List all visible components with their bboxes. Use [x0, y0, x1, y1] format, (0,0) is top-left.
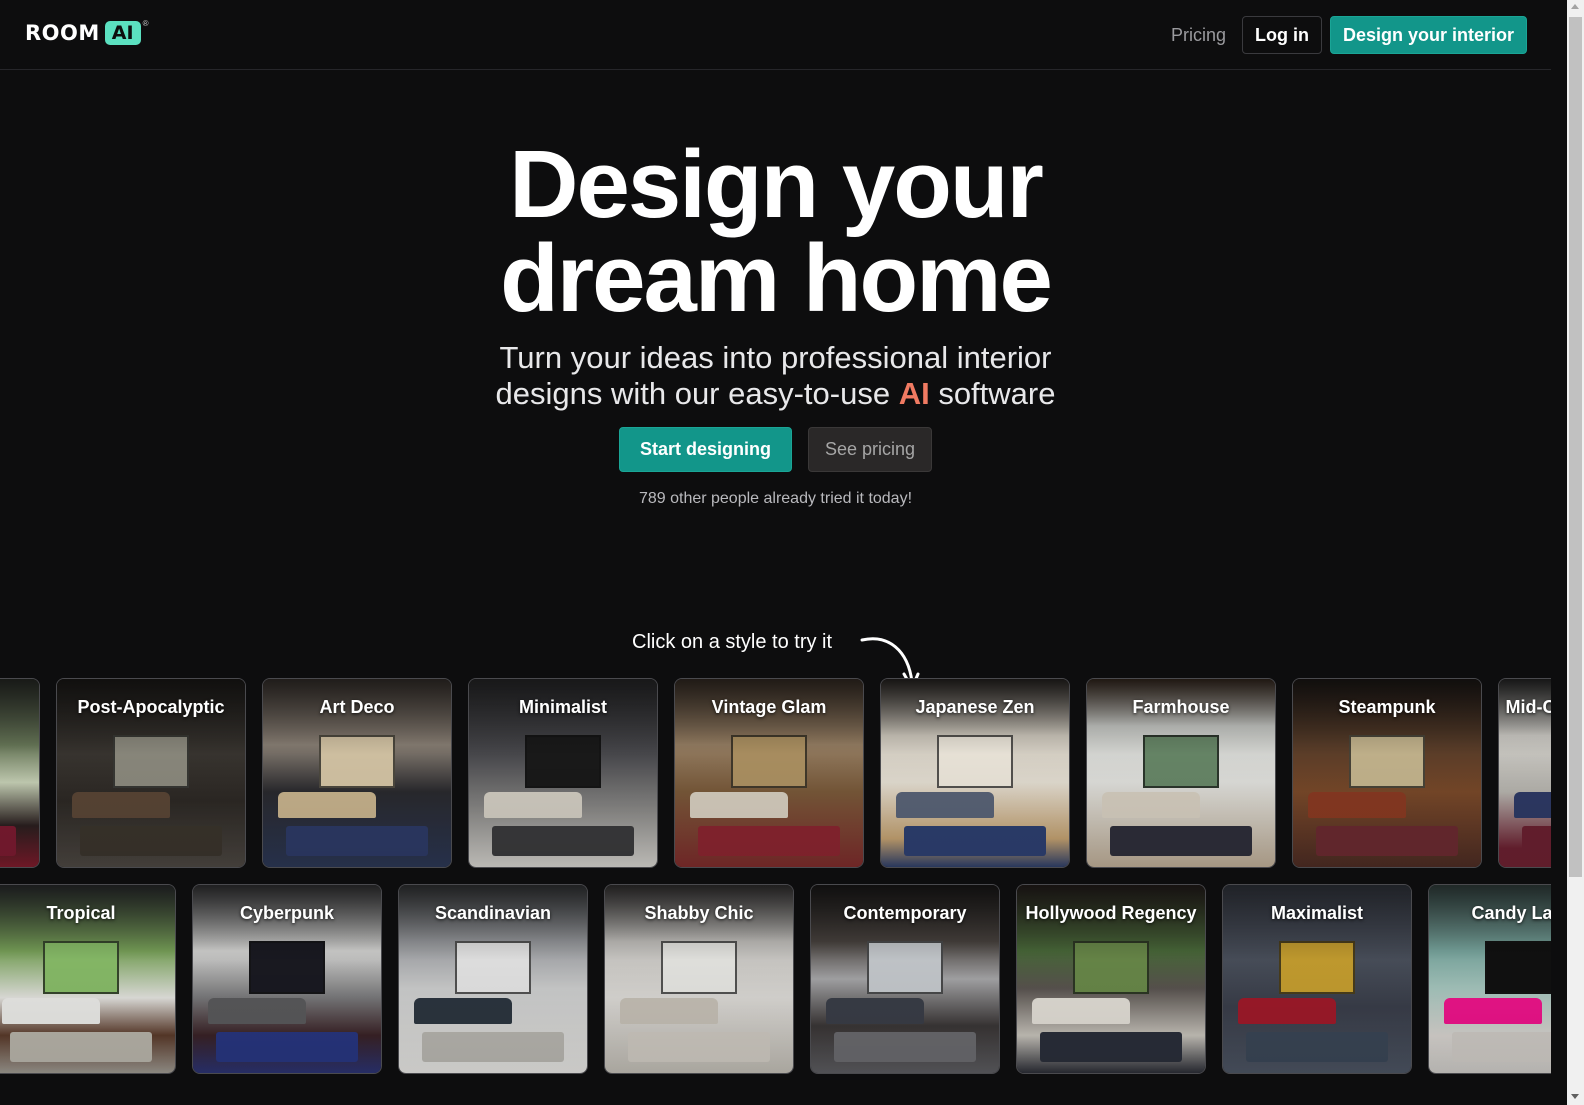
style-card-scandi[interactable]: Scandinavian	[398, 884, 588, 1074]
scrollbar-thumb[interactable]	[1569, 17, 1582, 877]
style-card-steam[interactable]: Steampunk	[1292, 678, 1482, 868]
style-card-label: Candy Land	[1471, 903, 1551, 923]
nav-links: Pricing Log in Design your interior	[1171, 16, 1527, 54]
style-card-post[interactable]: Post-Apocalyptic	[56, 678, 246, 868]
style-card-label: Post-Apocalyptic	[77, 697, 225, 717]
styles-row-1: Modern Post-Apocalyptic Art Deco Minimalist…	[0, 678, 1551, 868]
style-card-label: Shabby Chic	[644, 903, 754, 923]
style-card-label: Minimalist	[518, 697, 607, 717]
style-card-minimal[interactable]: Minimalist	[468, 678, 658, 868]
style-hint-text: Click on a style to try it	[632, 631, 833, 653]
design-interior-button[interactable]: Design your interior	[1329, 16, 1527, 54]
style-card-label: Modern	[0, 697, 39, 718]
style-card-shabby[interactable]: Shabby Chic	[604, 884, 794, 1074]
style-card-vintage[interactable]: Vintage Glam	[674, 678, 864, 868]
style-card-label: Contemporary	[843, 903, 967, 923]
hero-title-line1: Design your	[509, 131, 1044, 238]
style-card-label: Steampunk	[1338, 697, 1436, 717]
style-card-tropical[interactable]: Tropical	[0, 884, 176, 1074]
hero-title-line2: dream home	[500, 225, 1053, 332]
style-card-maximal[interactable]: Maximalist	[1222, 884, 1412, 1074]
top-navbar: ROOM AI ® Pricing Log in Design your int…	[0, 0, 1551, 70]
hero-title: Design your dream home	[0, 137, 1551, 327]
styles-row-2: Tropical Cyberpunk Scandinavian Shabby Chic…	[0, 884, 1551, 1074]
style-card-farm[interactable]: Farmhouse	[1086, 678, 1276, 868]
style-card-label: Scandinavian	[434, 903, 552, 923]
logo-ai-badge: AI	[104, 21, 141, 45]
scroll-up-arrow-icon[interactable]	[1571, 4, 1579, 9]
style-card-label: Vintage Glam	[711, 697, 827, 717]
style-card-label: Mid-Century Modern	[1505, 697, 1552, 717]
style-card-modern[interactable]: Modern	[0, 678, 40, 868]
logo[interactable]: ROOM AI ®	[25, 19, 149, 45]
style-card-label: Japanese Zen	[915, 697, 1035, 717]
style-card-label: Art Deco	[319, 697, 395, 717]
hero-subtitle: Turn your ideas into professional interi…	[0, 340, 1551, 412]
style-card-cyber[interactable]: Cyberpunk	[192, 884, 382, 1074]
ai-highlight: AI	[898, 376, 930, 411]
registered-mark: ®	[142, 19, 149, 28]
style-card-contemp[interactable]: Contemporary	[810, 884, 1000, 1074]
login-button[interactable]: Log in	[1241, 16, 1322, 54]
style-card-label: Cyberpunk	[239, 903, 335, 923]
social-proof-text: 789 other people already tried it today!	[638, 490, 913, 507]
style-card-label: Hollywood Regency	[1025, 903, 1197, 923]
nav-pricing-link[interactable]: Pricing	[1171, 25, 1226, 46]
page-scrollbar[interactable]	[1567, 0, 1584, 1105]
cta-row: Start designing See pricing	[0, 427, 1551, 472]
style-card-midcentury[interactable]: Mid-Century Modern	[1498, 678, 1551, 868]
logo-text: ROOM	[25, 21, 100, 45]
style-card-hollywood[interactable]: Hollywood Regency	[1016, 884, 1206, 1074]
hero-subtitle-line2-pre: designs with our easy-to-use	[495, 376, 899, 411]
hero-subtitle-line1: Turn your ideas into professional interi…	[499, 340, 1052, 375]
scroll-down-arrow-icon[interactable]	[1571, 1094, 1579, 1099]
start-designing-button[interactable]: Start designing	[618, 427, 792, 472]
see-pricing-button[interactable]: See pricing	[807, 427, 933, 472]
style-card-candy[interactable]: Candy Land	[1428, 884, 1551, 1074]
style-card-label: Farmhouse	[1132, 697, 1230, 717]
style-card-zen[interactable]: Japanese Zen	[880, 678, 1070, 868]
style-card-label: Maximalist	[1270, 903, 1364, 923]
hero-subtitle-line2-post: software	[929, 376, 1056, 411]
style-card-artdeco[interactable]: Art Deco	[262, 678, 452, 868]
style-card-label: Tropical	[46, 903, 116, 923]
